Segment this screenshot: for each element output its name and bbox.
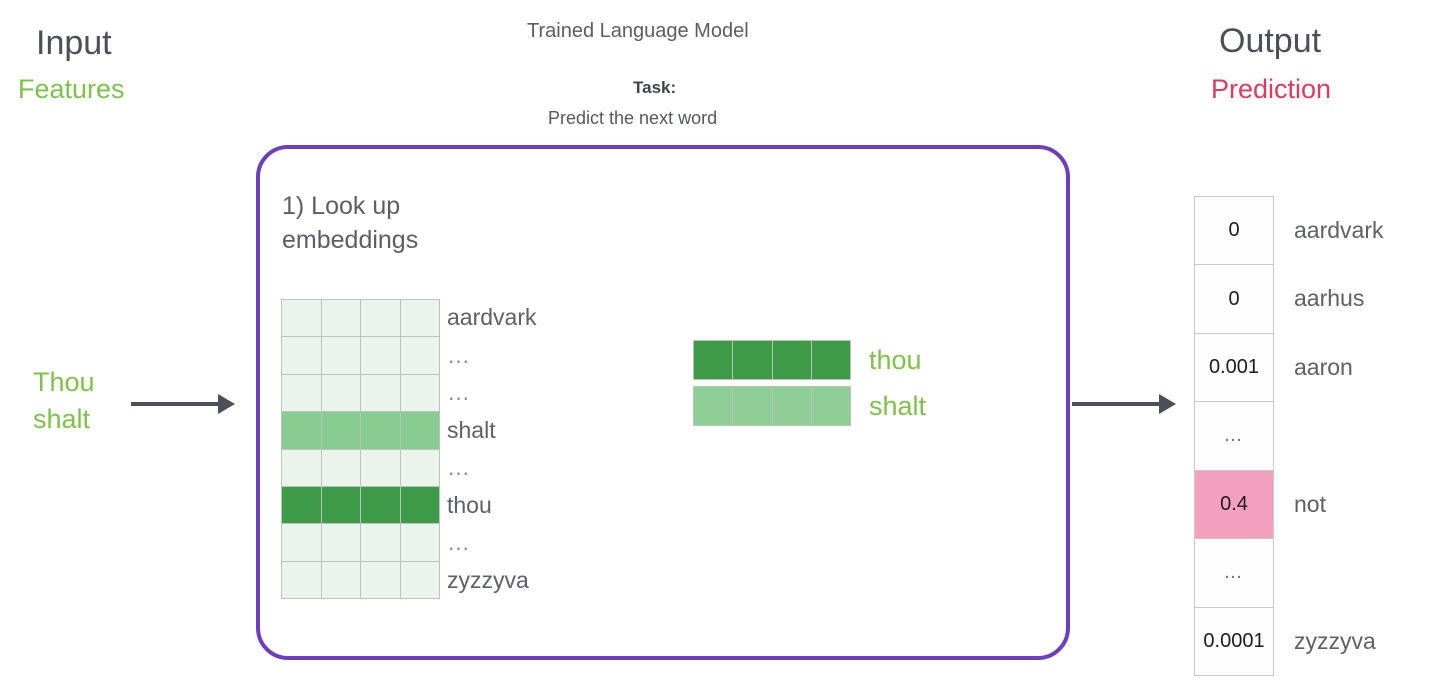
embedding-cell (321, 561, 360, 598)
embedding-row-label: aardvark (447, 304, 537, 331)
embedding-cell (400, 449, 439, 486)
lookup-vector (693, 386, 851, 426)
embedding-cell (361, 374, 400, 412)
lookup-vector-row: thou (693, 340, 926, 380)
embedding-cell (361, 337, 400, 374)
embedding-cell (400, 300, 439, 337)
embedding-row-label: zyzzyva (447, 566, 529, 593)
embedding-row-label: thou (447, 491, 492, 518)
embedding-cell (282, 300, 321, 337)
output-token-label (1294, 539, 1383, 608)
embedding-cell (400, 524, 439, 561)
output-probability-cell: 0.4 (1195, 470, 1273, 540)
embedding-cell (282, 561, 321, 598)
output-title: Output (1219, 22, 1322, 60)
output-probability-cell: 0 (1195, 265, 1273, 334)
embedding-matrix-labels: aardvark … … shalt … thou … zyzzyva (447, 299, 536, 599)
lookup-vector-cell (772, 341, 811, 379)
output-probability-cell: … (1195, 539, 1273, 608)
input-words: Thou shalt (33, 367, 95, 435)
embedding-matrix (281, 299, 440, 599)
embedding-cell (400, 337, 439, 374)
embedding-cell (282, 486, 321, 524)
task-label: Task: (633, 78, 677, 97)
embedding-row-label: … (447, 379, 472, 406)
embedding-cell (321, 524, 360, 561)
output-token-label (1294, 402, 1383, 471)
task-description: Predict the next word (548, 108, 718, 128)
embedding-cell (400, 486, 439, 524)
lookup-vector (693, 340, 851, 380)
lookup-vector-cell (772, 387, 811, 425)
embedding-cell (361, 486, 400, 524)
embedding-cell (321, 486, 360, 524)
output-token-label: aarhus (1294, 285, 1365, 312)
embedding-cell (400, 412, 439, 449)
embedding-cell (282, 412, 321, 449)
embedding-row-label: … (447, 341, 472, 368)
lookup-vector-cell (694, 387, 733, 425)
output-probability-table: 0 0 0.001… 0.4… 0.0001 (1194, 196, 1274, 676)
output-probability-cell: … (1195, 402, 1273, 471)
embedding-cell (361, 300, 400, 337)
embedding-cell (361, 449, 400, 486)
embedding-cell (400, 374, 439, 412)
model-title: Trained Language Model (527, 20, 749, 42)
output-token-labels: aardvark aarhus aaron not zyzzyva (1294, 196, 1383, 676)
input-subtitle: Features (18, 74, 125, 104)
embedding-row-label: … (447, 529, 472, 556)
lookup-vector-label: shalt (869, 390, 927, 421)
output-token-label: zyzzyva (1294, 628, 1376, 655)
embedding-cell (321, 412, 360, 449)
lookup-vector-cell (733, 387, 772, 425)
output-token-label: aaron (1294, 353, 1353, 380)
output-token-label: not (1294, 491, 1326, 518)
embedding-row-label: shalt (447, 416, 496, 443)
embedding-cell (282, 449, 321, 486)
output-probability-cell: 0.0001 (1195, 607, 1273, 675)
embedding-row-label: … (447, 454, 472, 481)
embedding-cell (321, 300, 360, 337)
step-1-label: 1) Look up embeddings (282, 192, 419, 254)
embedding-cell (282, 337, 321, 374)
embedding-cell (321, 337, 360, 374)
embedding-cell (361, 412, 400, 449)
input-title: Input (36, 24, 112, 62)
output-probability-cell: 0 (1195, 197, 1273, 266)
output-probability-cell: 0.001 (1195, 333, 1273, 403)
diagram-canvas: Input Features Trained Language Model Ta… (0, 0, 1437, 696)
lookup-vector-cell (811, 341, 850, 379)
output-subtitle: Prediction (1211, 74, 1332, 104)
output-token-label: aardvark (1294, 216, 1384, 243)
embedding-cell (321, 449, 360, 486)
embedding-cell (321, 374, 360, 412)
lookup-vector-cell (733, 341, 772, 379)
lookup-result-vectors: thou shalt (693, 340, 926, 432)
embedding-cell (361, 524, 400, 561)
lookup-vector-row: shalt (693, 386, 926, 426)
embedding-cell (282, 524, 321, 561)
lookup-vector-label: thou (869, 344, 922, 375)
lookup-vector-cell (811, 387, 850, 425)
embedding-cell (361, 561, 400, 598)
embedding-cell (282, 374, 321, 412)
lookup-vector-cell (694, 341, 733, 379)
embedding-cell (400, 561, 439, 598)
